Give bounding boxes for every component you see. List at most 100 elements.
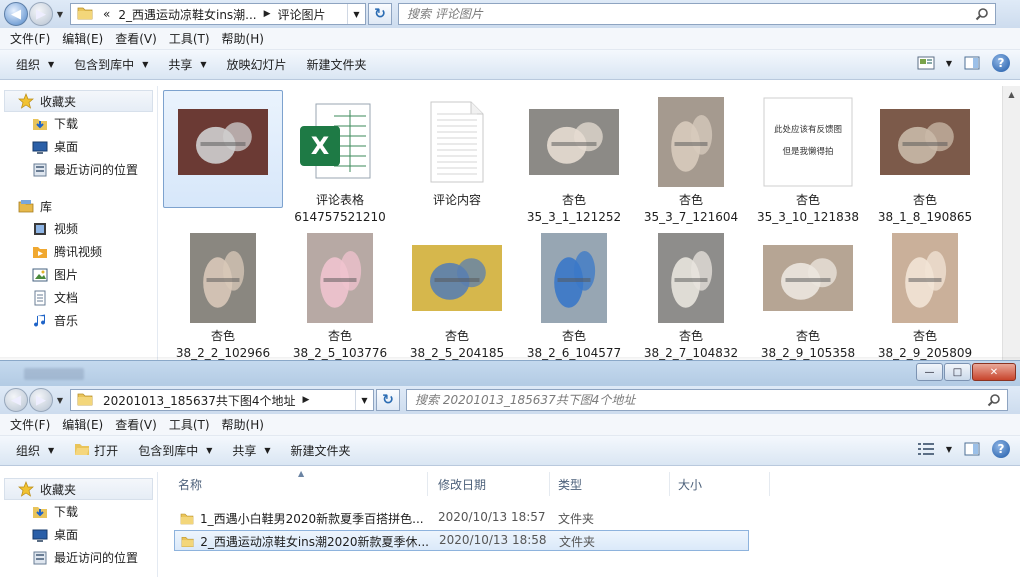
nav-item-music[interactable]: 音乐: [0, 309, 157, 332]
nav-item-desktop[interactable]: 桌面: [0, 523, 157, 546]
nav-libraries[interactable]: 库: [0, 195, 157, 217]
nav-item-tencent-video[interactable]: 腾讯视频: [0, 240, 157, 263]
share-button[interactable]: 共享 ▼: [158, 56, 216, 73]
new-folder-button[interactable]: 新建文件夹: [281, 442, 361, 459]
view-dropdown-icon[interactable]: ▼: [946, 445, 952, 454]
forward-button[interactable]: ▶: [29, 2, 53, 26]
search-input[interactable]: [399, 5, 995, 23]
search-icon[interactable]: [975, 7, 989, 21]
menu-tools[interactable]: 工具(T): [163, 30, 216, 47]
file-item[interactable]: X 评论表格 614757521210: [286, 90, 394, 226]
organize-button[interactable]: 组织 ▼: [6, 442, 64, 459]
menu-help[interactable]: 帮助(H): [216, 30, 270, 47]
file-item[interactable]: 杏色 38_2_5_103776: [286, 226, 394, 360]
column-header-type[interactable]: 类型: [550, 472, 670, 496]
nav-item-downloads[interactable]: 下载: [0, 500, 157, 523]
file-name: 杏色 38_2_5_204185: [403, 328, 511, 360]
address-bar[interactable]: 20201013_185637共下图4个地址 ▶ ▼: [70, 389, 374, 411]
recent-pages-dropdown[interactable]: ▼: [54, 10, 66, 19]
breadcrumb-overflow[interactable]: «: [99, 7, 114, 21]
search-input[interactable]: [407, 391, 1007, 409]
excel-spreadsheet-icon: X: [300, 103, 371, 179]
change-view-icon[interactable]: [916, 55, 936, 71]
nav-item-desktop[interactable]: 桌面: [0, 135, 157, 158]
file-item[interactable]: 杏色 38_2_5_204185: [403, 226, 511, 360]
image-thumbnail-icon: [541, 233, 607, 323]
column-header-date[interactable]: 修改日期: [430, 472, 550, 496]
menu-view[interactable]: 查看(V): [109, 416, 163, 433]
search-box[interactable]: [398, 3, 996, 25]
nav-favorites[interactable]: 收藏夹: [4, 90, 153, 112]
file-item[interactable]: 评论内容: [403, 90, 511, 209]
file-name-line: 杏色: [912, 193, 937, 207]
slideshow-label: 放映幻灯片: [226, 58, 287, 72]
nav-item-recent[interactable]: 最近访问的位置: [0, 546, 157, 569]
nav-favorites[interactable]: 收藏夹: [4, 478, 153, 500]
refresh-button[interactable]: ↻: [376, 389, 400, 411]
file-item[interactable]: 杏色 38_2_2_102966: [169, 226, 277, 360]
scroll-up-icon[interactable]: ▲: [1003, 86, 1020, 103]
preview-pane-icon[interactable]: [962, 441, 982, 457]
folder-row[interactable]: 1_西遇小白鞋男2020新款夏季百搭拼色... 2020/10/13 18:57 文…: [174, 508, 749, 529]
slideshow-button[interactable]: 放映幻灯片: [217, 56, 297, 73]
menu-help[interactable]: 帮助(H): [216, 416, 270, 433]
menu-edit[interactable]: 编辑(E): [56, 416, 109, 433]
breadcrumb-separator-icon[interactable]: ▶: [300, 395, 313, 405]
help-icon[interactable]: ?: [992, 440, 1010, 458]
menu-edit[interactable]: 编辑(E): [56, 30, 109, 47]
view-dropdown-icon[interactable]: ▼: [946, 59, 952, 68]
preview-pane-icon[interactable]: [962, 55, 982, 71]
file-item[interactable]: 杏色 35_3_1_121252: [520, 90, 628, 226]
breadcrumb-current-folder[interactable]: 20201013_185637共下图4个地址: [99, 392, 300, 409]
file-item[interactable]: 杏色 38_2_9_205809: [871, 226, 979, 360]
minimize-button[interactable]: —: [916, 363, 943, 381]
menu-file[interactable]: 文件(F): [4, 416, 56, 433]
include-in-library-label: 包含到库中: [74, 58, 135, 72]
share-button[interactable]: 共享 ▼: [222, 442, 280, 459]
nav-item-downloads[interactable]: 下载: [0, 112, 157, 135]
address-dropdown-icon[interactable]: ▼: [355, 390, 373, 410]
forward-button[interactable]: ▶: [29, 388, 53, 412]
menu-tools[interactable]: 工具(T): [163, 416, 216, 433]
file-item[interactable]: 杏色 38_2_9_105358: [754, 226, 862, 360]
back-button[interactable]: ◀: [4, 2, 28, 26]
address-dropdown-icon[interactable]: ▼: [347, 4, 365, 24]
file-item[interactable]: 杏色 35_3_7_121604: [637, 90, 745, 226]
nav-item-recent[interactable]: 最近访问的位置: [0, 158, 157, 181]
nav-item-videos[interactable]: 视频: [0, 217, 157, 240]
menu-view[interactable]: 查看(V): [109, 30, 163, 47]
help-icon[interactable]: ?: [992, 54, 1010, 72]
column-header-name[interactable]: 名称: [170, 472, 428, 496]
menu-file[interactable]: 文件(F): [4, 30, 56, 47]
title-bar[interactable]: — □ ✕: [0, 360, 1020, 386]
include-in-library-button[interactable]: 包含到库中 ▼: [128, 442, 222, 459]
details-view-icon[interactable]: [916, 441, 936, 457]
maximize-button[interactable]: □: [944, 363, 971, 381]
open-button[interactable]: 打开: [64, 442, 128, 459]
include-in-library-button[interactable]: 包含到库中 ▼: [64, 56, 158, 73]
modified-date: 2020/10/13 18:57: [438, 510, 546, 524]
back-arrow-icon: ◀: [11, 392, 21, 408]
organize-button[interactable]: 组织 ▼: [6, 56, 64, 73]
breadcrumb-current-folder[interactable]: 评论图片: [274, 6, 330, 23]
nav-item-pictures[interactable]: 图片: [0, 263, 157, 286]
file-item[interactable]: _1_1_188329: [163, 90, 283, 209]
folder-row[interactable]: 2_西遇运动凉鞋女ins潮2020新款夏季休... 2020/10/13 18:5…: [174, 530, 749, 551]
file-item[interactable]: 杏色 38_1_8_190865: [871, 90, 979, 226]
file-item[interactable]: 此处应该有反馈图 但是我懒得拍 杏色 35_3_10_121838: [754, 90, 862, 226]
column-header-size[interactable]: 大小: [670, 472, 770, 496]
vertical-scrollbar[interactable]: ▲: [1002, 86, 1020, 360]
file-item[interactable]: 杏色 38_2_6_104577: [520, 226, 628, 360]
breadcrumb-separator-icon[interactable]: ▶: [261, 9, 274, 19]
search-icon[interactable]: [987, 393, 1001, 407]
breadcrumb-parent-folder[interactable]: 2_西遇运动凉鞋女ins潮...: [114, 6, 260, 23]
address-bar[interactable]: « 2_西遇运动凉鞋女ins潮... ▶ 评论图片 ▼: [70, 3, 366, 25]
back-button[interactable]: ◀: [4, 388, 28, 412]
refresh-button[interactable]: ↻: [368, 3, 392, 25]
new-folder-button[interactable]: 新建文件夹: [297, 56, 377, 73]
search-box[interactable]: [406, 389, 1008, 411]
close-button[interactable]: ✕: [972, 363, 1016, 381]
nav-item-documents[interactable]: 文档: [0, 286, 157, 309]
file-item[interactable]: 杏色 38_2_7_104832: [637, 226, 745, 360]
recent-pages-dropdown[interactable]: ▼: [54, 396, 66, 405]
